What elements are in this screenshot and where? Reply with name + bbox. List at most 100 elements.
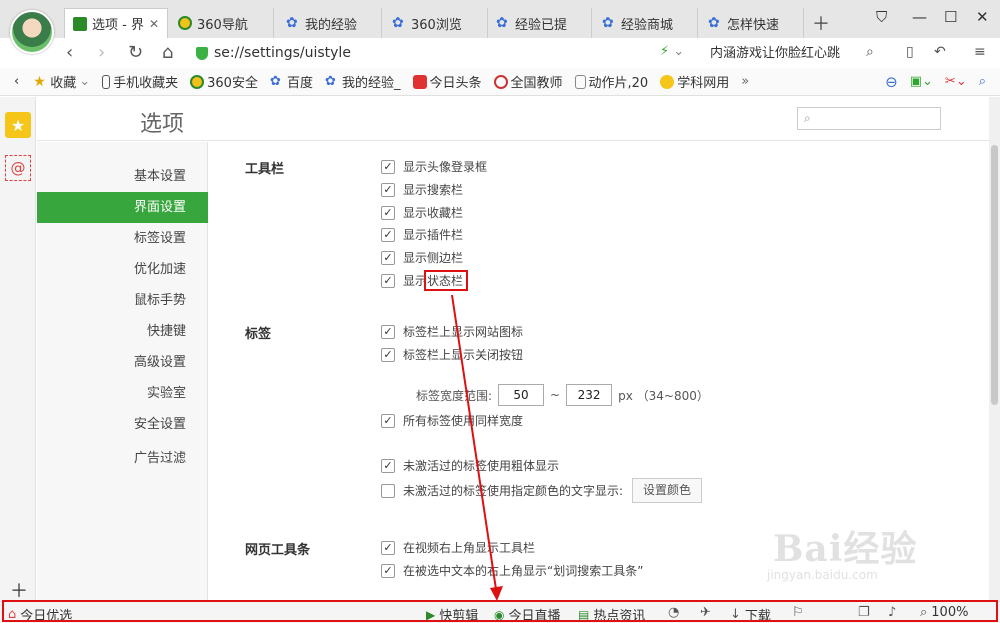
- bookmark-favorites[interactable]: ★ 收藏 ⌄: [33, 72, 90, 91]
- highlight-box: [424, 270, 468, 291]
- bookmark-my-experience[interactable]: ✿ 我的经验_: [325, 72, 401, 91]
- translate-icon[interactable]: ▣⌄: [910, 74, 933, 89]
- option-selection-toolbar[interactable]: ✓ 在被选中文本的右上角显示“划词搜索工具条”: [381, 562, 643, 579]
- bookmark-baidu[interactable]: ✿ 百度: [270, 72, 313, 91]
- nav-advanced[interactable]: 高级设置: [37, 347, 208, 378]
- nav-mouse-gesture[interactable]: 鼠标手势: [37, 285, 208, 316]
- option-video-toolbar[interactable]: ✓ 在视频右上角显示工具栏: [381, 539, 535, 556]
- search-input[interactable]: 内涵游戏让你脸红心跳: [710, 42, 890, 61]
- option-show-favorites[interactable]: ✓ 显示收藏栏: [381, 204, 463, 221]
- option-same-width[interactable]: ✓ 所有标签使用同样宽度: [381, 412, 523, 429]
- forward-button[interactable]: ›: [98, 42, 105, 63]
- more-bookmarks-icon[interactable]: »: [741, 74, 749, 89]
- tab-width-label: 标签宽度范围:: [416, 388, 493, 403]
- tab-experience-mall[interactable]: ✿ 经验商城: [594, 8, 698, 38]
- option-tab-favicon[interactable]: ✓ 标签栏上显示网站图标: [381, 323, 523, 340]
- tab-how-to[interactable]: ✿ 怎样快速: [700, 8, 804, 38]
- menu-icon[interactable]: ≡: [974, 44, 986, 60]
- bookmarks-bar: ‹ ★ 收藏 ⌄ 手机收藏夹 360安全 ✿ 百度 ✿ 我的经验_ 今日头条 全国…: [0, 68, 1000, 96]
- minimize-button[interactable]: —: [912, 8, 927, 26]
- bookmark-toutiao[interactable]: 今日头条: [412, 72, 482, 91]
- tab-width-max-input[interactable]: 232: [566, 384, 613, 406]
- mail-icon[interactable]: @: [5, 155, 31, 181]
- checkbox[interactable]: ✓: [381, 324, 395, 339]
- checkbox[interactable]: ✓: [381, 227, 395, 242]
- checkbox[interactable]: ✓: [381, 205, 395, 220]
- maximize-button[interactable]: ☐: [944, 8, 957, 26]
- tab-experience-submitted[interactable]: ✿ 经验已提: [488, 8, 592, 38]
- option-show-sidebar[interactable]: ✓ 显示侧边栏: [381, 249, 463, 266]
- minus-icon[interactable]: ⊖: [885, 73, 898, 91]
- nav-interface[interactable]: 界面设置: [37, 192, 208, 223]
- option-show-plugins[interactable]: ✓ 显示插件栏: [381, 226, 463, 243]
- nav-basic[interactable]: 基本设置: [37, 161, 208, 192]
- tab-label: 360浏览: [411, 17, 462, 33]
- shield-icon: [196, 46, 208, 60]
- refresh-button[interactable]: ↻: [128, 42, 143, 63]
- option-color-inactive[interactable]: 未激活过的标签使用指定颜色的文字显示:: [381, 482, 623, 499]
- settings-search-input[interactable]: ⌕: [797, 107, 941, 130]
- url-field[interactable]: se://settings/uistyle: [196, 41, 696, 65]
- close-window-button[interactable]: ✕: [976, 8, 989, 26]
- checkbox[interactable]: ✓: [381, 159, 395, 174]
- nav-ad-filter[interactable]: 广告过滤: [37, 443, 208, 474]
- 360-icon: [178, 16, 192, 30]
- bookmark-action-movie[interactable]: 动作片,20: [574, 72, 648, 91]
- checkbox[interactable]: ✓: [381, 347, 395, 362]
- checkbox[interactable]: ✓: [381, 413, 395, 428]
- paw-icon: ✿: [269, 73, 281, 89]
- checkbox[interactable]: ✓: [381, 250, 395, 265]
- search-icon[interactable]: ⌕: [866, 44, 874, 60]
- bookmark-360-safe[interactable]: 360安全: [190, 72, 258, 91]
- page-title: 选项: [140, 112, 185, 137]
- phone-icon[interactable]: ▯: [906, 44, 914, 60]
- nav-lab[interactable]: 实验室: [37, 378, 208, 409]
- back-button[interactable]: ‹: [66, 42, 73, 63]
- nav-shortcuts[interactable]: 快捷键: [37, 316, 208, 347]
- avatar[interactable]: [10, 10, 54, 54]
- nav-optimize[interactable]: 优化加速: [37, 254, 208, 285]
- close-icon[interactable]: ✕: [149, 17, 159, 31]
- tab-width-min-input[interactable]: 50: [498, 384, 545, 406]
- nav-tabs[interactable]: 标签设置: [37, 223, 208, 254]
- tab-360-browser[interactable]: ✿ 360浏览: [384, 8, 488, 38]
- checkbox[interactable]: ✓: [381, 563, 395, 578]
- lightning-icon[interactable]: ⚡ ⌄: [660, 44, 684, 59]
- url-text: se://settings/uistyle: [214, 45, 351, 61]
- tab-360-nav[interactable]: 360导航: [170, 8, 274, 38]
- address-bar: ‹ › ↻ ⌂ se://settings/uistyle ⚡ ⌄ 内涵游戏让你…: [0, 38, 1000, 68]
- star-icon[interactable]: ★: [5, 112, 31, 138]
- option-show-avatar[interactable]: ✓ 显示头像登录框: [381, 158, 487, 175]
- tab-width-range: 标签宽度范围: 50 ~ 232 px （34~800）: [416, 384, 709, 406]
- tab-my-experience[interactable]: ✿ 我的经验: [278, 8, 382, 38]
- set-color-button[interactable]: 设置颜色: [632, 478, 702, 503]
- magnifier-icon[interactable]: ⌕: [979, 74, 986, 89]
- bookmark-mobile-favorites[interactable]: 手机收藏夹: [102, 72, 178, 91]
- skin-icon[interactable]: ⛉: [876, 8, 887, 26]
- page-header: 选项 ⌕: [37, 97, 989, 141]
- undo-icon[interactable]: ↶: [934, 44, 946, 60]
- checkbox[interactable]: ✓: [381, 182, 395, 197]
- checkbox[interactable]: [381, 483, 395, 498]
- home-button[interactable]: ⌂: [162, 42, 173, 63]
- paw-icon: ✿: [708, 15, 720, 31]
- bookmark-xueke[interactable]: 学科网用: [660, 72, 729, 91]
- option-tab-close-button[interactable]: ✓ 标签栏上显示关闭按钮: [381, 346, 523, 363]
- face-icon: [660, 74, 675, 89]
- star-icon: ★: [33, 73, 46, 90]
- new-tab-button[interactable]: ＋: [812, 10, 830, 36]
- tab-label: 经验已提: [515, 17, 568, 33]
- checkbox[interactable]: ✓: [381, 458, 395, 473]
- page-scrollbar[interactable]: [989, 97, 1000, 601]
- bookmarks-collapse-icon[interactable]: ‹: [14, 74, 19, 89]
- checkbox[interactable]: ✓: [381, 540, 395, 555]
- checkbox[interactable]: ✓: [381, 273, 395, 288]
- option-bold-inactive[interactable]: ✓ 未激活过的标签使用粗体显示: [381, 457, 559, 474]
- nav-security[interactable]: 安全设置: [37, 409, 208, 440]
- option-show-search[interactable]: ✓ 显示搜索栏: [381, 181, 463, 198]
- scroll-thumb[interactable]: [991, 145, 998, 405]
- bookmark-teachers[interactable]: 全国教师: [493, 72, 563, 91]
- scissors-icon[interactable]: ✂⌄: [945, 74, 967, 89]
- section-toolbar: 工具栏: [245, 162, 285, 177]
- tab-settings[interactable]: 选项 - 界 ✕: [64, 8, 168, 38]
